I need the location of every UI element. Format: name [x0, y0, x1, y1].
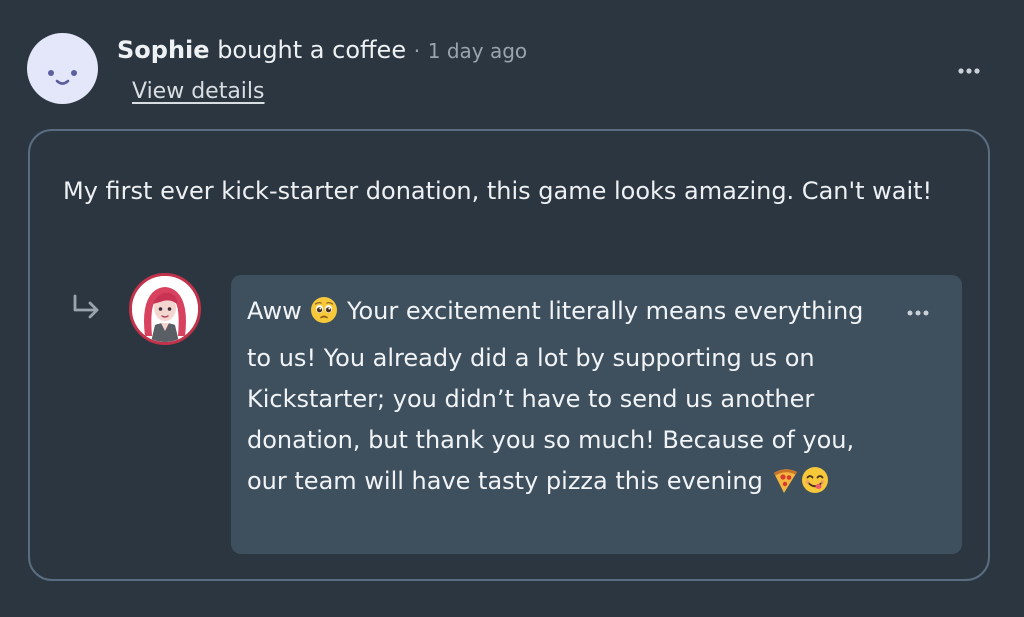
reply-arrow-icon	[70, 293, 106, 321]
view-details-link[interactable]: View details	[132, 77, 265, 107]
pleading-face-emoji	[309, 295, 339, 338]
timestamp: 1 day ago	[427, 39, 528, 63]
creator-reply-bubble: Aww Your excitement literally means ever…	[231, 275, 962, 554]
separator: ·	[413, 39, 421, 63]
creator-reply-message: Aww Your excitement literally means ever…	[247, 291, 887, 508]
supporter-feed-item: Sophie bought a coffee · 1 day ago View …	[0, 0, 1024, 617]
yum-face-emoji	[800, 465, 830, 508]
reply-more-options-button[interactable]	[901, 299, 935, 327]
action-text: bought a coffee	[217, 36, 407, 64]
supporter-message: My first ever kick-starter donation, thi…	[63, 177, 933, 205]
more-options-button[interactable]	[952, 56, 986, 86]
author-name[interactable]: Sophie	[117, 36, 210, 64]
pizza-emoji	[770, 465, 800, 508]
more-horizontal-icon	[907, 310, 929, 316]
avatar[interactable]	[27, 33, 98, 104]
more-horizontal-icon	[958, 68, 980, 74]
reply-text-start: Aww	[247, 297, 302, 325]
post-header: Sophie bought a coffee · 1 day ago	[117, 34, 527, 67]
message-card: My first ever kick-starter donation, thi…	[28, 129, 990, 581]
creator-avatar[interactable]	[129, 273, 201, 345]
